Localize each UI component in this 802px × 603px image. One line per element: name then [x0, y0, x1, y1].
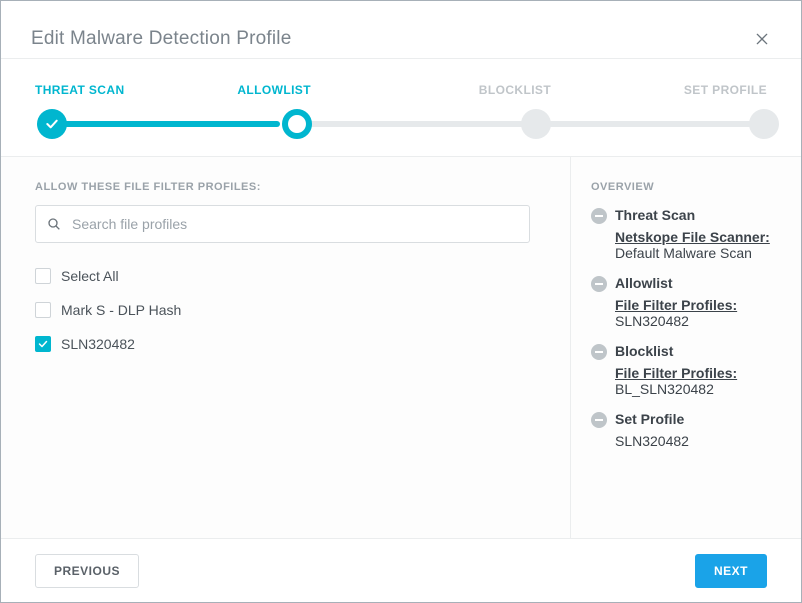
stepper: THREAT SCAN ALLOWLIST BLOCKLIST SET PROF…: [1, 59, 801, 157]
overview-item-set-profile: Set Profile SLN320482: [591, 411, 775, 449]
minus-circle-icon: [591, 412, 607, 428]
overview-pane: OVERVIEW Threat Scan Netskope File Scann…: [571, 157, 801, 538]
overview-item-allowlist: Allowlist File Filter Profiles: SLN32048…: [591, 275, 775, 329]
minus-circle-icon: [591, 344, 607, 360]
overview-title: Blocklist: [615, 343, 737, 359]
overview-title: Allowlist: [615, 275, 737, 291]
allowlist-heading: ALLOW THESE FILE FILTER PROFILES:: [35, 181, 540, 193]
overview-link[interactable]: File Filter Profiles:: [615, 365, 737, 381]
search-icon: [46, 216, 62, 232]
step-node-blocklist[interactable]: [521, 109, 551, 139]
stepper-track: [35, 109, 767, 139]
checkbox-icon: [35, 268, 51, 284]
step-segment-3: [535, 121, 760, 127]
select-all-label: Select All: [61, 268, 119, 284]
search-box[interactable]: [35, 205, 530, 243]
overview-item-blocklist: Blocklist File Filter Profiles: BL_SLN32…: [591, 343, 775, 397]
list-item-label: Mark S - DLP Hash: [61, 302, 181, 318]
step-segment-1: [50, 121, 280, 127]
list-item[interactable]: Mark S - DLP Hash: [35, 293, 540, 327]
overview-link[interactable]: File Filter Profiles:: [615, 297, 737, 313]
overview-item-threat-scan: Threat Scan Netskope File Scanner: Defau…: [591, 207, 775, 261]
step-node-allowlist[interactable]: [282, 109, 312, 139]
dialog-header: Edit Malware Detection Profile: [1, 1, 801, 59]
step-node-set-profile[interactable]: [749, 109, 779, 139]
step-label-threat-scan[interactable]: THREAT SCAN: [35, 83, 125, 97]
select-all-row[interactable]: Select All: [35, 259, 540, 293]
profile-list: Select All Mark S - DLP Hash SLN320482: [35, 259, 540, 361]
check-icon: [44, 116, 60, 132]
step-segment-2: [295, 121, 525, 127]
overview-value: SLN320482: [615, 433, 689, 449]
search-input[interactable]: [72, 216, 519, 232]
overview-value: BL_SLN320482: [615, 381, 714, 397]
minus-circle-icon: [591, 276, 607, 292]
dialog-body: ALLOW THESE FILE FILTER PROFILES: Select…: [1, 157, 801, 538]
overview-value: Default Malware Scan: [615, 245, 752, 261]
checkbox-icon: [35, 302, 51, 318]
previous-button[interactable]: PREVIOUS: [35, 554, 139, 588]
step-label-blocklist[interactable]: BLOCKLIST: [479, 83, 551, 97]
list-item[interactable]: SLN320482: [35, 327, 540, 361]
dialog-title: Edit Malware Detection Profile: [31, 28, 292, 50]
overview-value: SLN320482: [615, 313, 689, 329]
step-node-threat-scan[interactable]: [37, 109, 67, 139]
edit-malware-profile-dialog: Edit Malware Detection Profile THREAT SC…: [0, 0, 802, 603]
list-item-label: SLN320482: [61, 336, 135, 352]
checkbox-icon: [35, 336, 51, 352]
overview-link[interactable]: Netskope File Scanner:: [615, 229, 770, 245]
step-label-set-profile[interactable]: SET PROFILE: [684, 83, 767, 97]
close-icon[interactable]: [753, 30, 771, 48]
check-icon: [37, 338, 49, 350]
step-label-allowlist[interactable]: ALLOWLIST: [237, 83, 311, 97]
next-button[interactable]: NEXT: [695, 554, 767, 588]
dialog-footer: PREVIOUS NEXT: [1, 538, 801, 602]
minus-circle-icon: [591, 208, 607, 224]
overview-title: Threat Scan: [615, 207, 770, 223]
overview-title: Set Profile: [615, 411, 689, 427]
allowlist-pane: ALLOW THESE FILE FILTER PROFILES: Select…: [1, 157, 571, 538]
overview-heading: OVERVIEW: [591, 181, 775, 193]
